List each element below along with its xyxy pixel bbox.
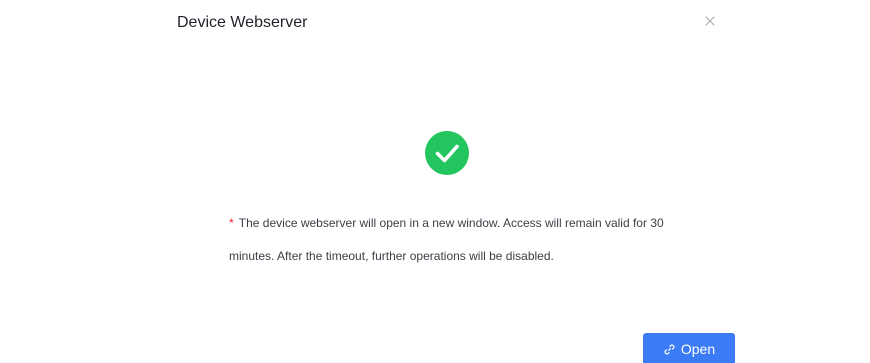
required-marker: *	[229, 216, 234, 230]
message-text: The device webserver will open in a new …	[229, 216, 664, 263]
link-icon	[663, 343, 676, 356]
open-button-label: Open	[680, 341, 716, 357]
check-circle-icon	[425, 131, 469, 175]
info-message: * The device webserver will open in a ne…	[229, 207, 669, 273]
close-icon[interactable]	[703, 14, 717, 28]
dialog-title: Device Webserver	[177, 14, 308, 31]
device-webserver-dialog: Device Webserver * The device webserver …	[0, 0, 870, 363]
open-button[interactable]: Open	[643, 333, 735, 363]
